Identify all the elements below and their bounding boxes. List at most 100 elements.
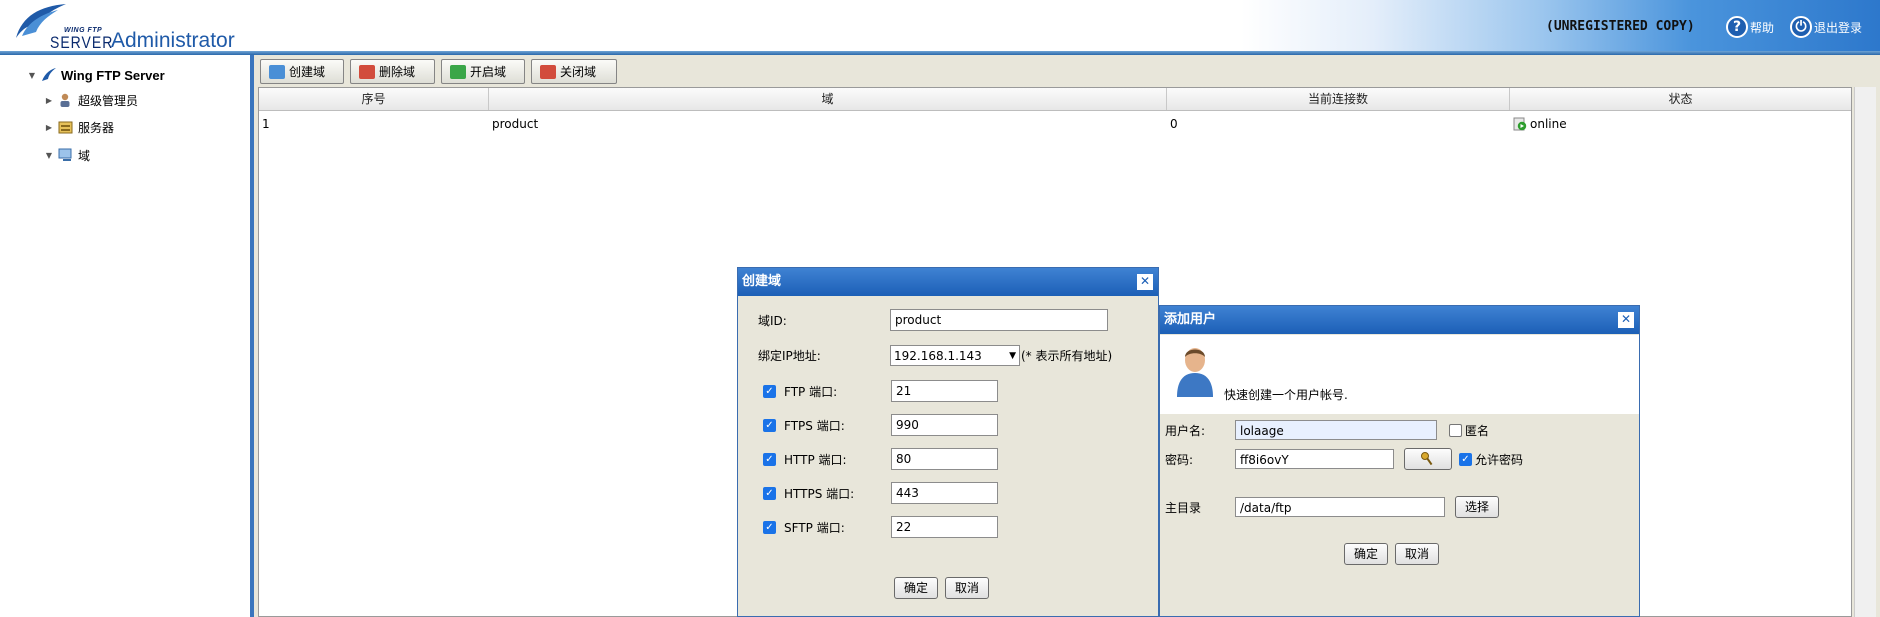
add-user-intro: 快速创建一个用户帐号. (1160, 335, 1639, 414)
domain-id-label: 域ID: (758, 313, 787, 328)
expand-toggle-icon[interactable]: ▼ (44, 151, 54, 160)
ftps-port-label: FTPS 端口: (784, 418, 845, 433)
create-domain-ok-button[interactable]: 确定 (894, 577, 939, 599)
help-link[interactable]: ? 帮助 (1726, 15, 1774, 39)
create-domain-dialog: 创建域 ✕ 域ID: product 绑定IP地址: 192.168.1.143… (737, 267, 1159, 617)
wing-ftp-tree-icon (42, 68, 56, 81)
tree-item-label: 超级管理员 (78, 93, 139, 108)
close-icon[interactable]: ✕ (1137, 274, 1153, 290)
tree-item-label: 域 (78, 148, 91, 163)
logout-label: 退出登录 (1814, 20, 1863, 35)
chevron-down-icon: ▼ (1009, 350, 1016, 361)
wing-ftp-logo: WING FTP SERVER Administrator (12, 2, 252, 52)
collapse-toggle-icon[interactable]: ▶ (44, 123, 54, 132)
bind-ip-label: 绑定IP地址: (758, 349, 821, 363)
home-dir-label: 主目录 (1165, 500, 1202, 515)
expand-toggle-icon[interactable]: ▼ (27, 71, 37, 80)
password-label: 密码: (1165, 452, 1194, 467)
allow-password-checkbox[interactable]: ✓ (1459, 452, 1472, 466)
tree-root-label: Wing FTP Server (61, 67, 165, 83)
logout-link[interactable]: ⏻ 退出登录 (1790, 15, 1862, 39)
tree-item-admins[interactable]: ▶ 超级管理员 (44, 91, 138, 109)
bind-ip-hint: (* 表示所有地址) (1021, 349, 1113, 363)
http-port-row: ✓ HTTP 端口: 80 (763, 448, 998, 470)
tree-item-server[interactable]: ▶ 服务器 (44, 118, 114, 136)
sftp-port-input[interactable]: 22 (891, 516, 998, 538)
bind-ip-select[interactable]: 192.168.1.143 ▼ (890, 345, 1020, 366)
add-user-cancel-button[interactable]: 取消 (1395, 543, 1440, 565)
user-avatar-icon (1177, 348, 1213, 397)
anonymous-checkbox[interactable] (1449, 423, 1462, 437)
add-user-title: 添加用户 (1164, 312, 1217, 327)
ftp-port-label: FTP 端口: (784, 384, 838, 399)
ftp-port-row: ✓ FTP 端口: 21 (763, 380, 998, 402)
close-icon[interactable]: ✕ (1618, 312, 1634, 328)
password-input[interactable]: ff8i6ovY (1235, 449, 1394, 469)
column-header-connections[interactable]: 当前连接数 (1167, 88, 1510, 110)
collapse-toggle-icon[interactable]: ▶ (44, 96, 54, 105)
domain-icon (58, 148, 72, 161)
delete-domain-button[interactable]: 删除域 (350, 59, 435, 84)
add-user-actions: 确定 取消 (1344, 543, 1440, 565)
https-port-label: HTTPS 端口: (784, 486, 855, 501)
column-header-index[interactable]: 序号 (259, 88, 489, 110)
app-header: WING FTP SERVER Administrator (UNREGISTE… (0, 0, 1880, 52)
http-port-input[interactable]: 80 (891, 448, 998, 470)
status-text: online (1530, 116, 1567, 131)
delete-domain-label: 删除域 (379, 65, 416, 79)
sftp-port-label: SFTP 端口: (784, 520, 845, 535)
tree-item-domains[interactable]: ▼ 域 (44, 146, 90, 164)
tree-root-wing-ftp-server[interactable]: ▼ Wing FTP Server (27, 66, 165, 84)
start-domain-button[interactable]: 开启域 (441, 59, 525, 84)
ftp-port-checkbox[interactable]: ✓ (763, 384, 776, 398)
create-domain-button[interactable]: 创建域 (260, 59, 344, 84)
home-dir-input[interactable]: /data/ftp (1235, 497, 1445, 517)
http-port-label: HTTP 端口: (784, 452, 847, 467)
add-user-title-bar[interactable]: 添加用户 ✕ (1160, 306, 1639, 334)
ftps-port-checkbox[interactable]: ✓ (763, 418, 776, 432)
key-icon (1421, 452, 1433, 466)
https-port-row: ✓ HTTPS 端口: 443 (763, 482, 998, 504)
power-icon: ⏻ (1790, 16, 1812, 38)
ftp-port-input[interactable]: 21 (891, 380, 998, 402)
cell-index: 1 (262, 117, 270, 131)
sftp-port-row: ✓ SFTP 端口: 22 (763, 516, 998, 538)
help-icon: ? (1726, 16, 1748, 38)
stop-domain-label: 关闭域 (560, 65, 597, 79)
username-row: 用户名: lolaage 匿名 (1165, 420, 1489, 440)
https-port-checkbox[interactable]: ✓ (763, 486, 776, 500)
column-header-domain[interactable]: 域 (489, 88, 1167, 110)
domain-id-input[interactable]: product (890, 309, 1108, 331)
ftps-port-input[interactable]: 990 (891, 414, 998, 436)
home-dir-row: 主目录 /data/ftp 选择 (1165, 496, 1500, 518)
grid-scrollbar[interactable] (1854, 87, 1876, 617)
server-icon (58, 121, 73, 134)
table-row[interactable]: 1 product 0 online (259, 111, 1851, 136)
stop-domain-icon (540, 64, 556, 79)
allow-password-label: 允许密码 (1475, 452, 1524, 467)
start-domain-label: 开启域 (470, 65, 507, 79)
username-input[interactable]: lolaage (1235, 420, 1437, 440)
add-user-ok-button[interactable]: 确定 (1344, 543, 1389, 565)
domain-toolbar: 创建域 删除域 开启域 关闭域 (260, 59, 617, 85)
create-domain-cancel-button[interactable]: 取消 (945, 577, 990, 599)
create-domain-title-bar[interactable]: 创建域 ✕ (738, 268, 1158, 296)
bind-ip-value: 192.168.1.143 (894, 348, 982, 363)
http-port-checkbox[interactable]: ✓ (763, 452, 776, 466)
username-label: 用户名: (1165, 423, 1206, 438)
unregistered-label: (UNREGISTERED COPY) (1546, 19, 1695, 34)
delete-domain-icon (359, 64, 375, 79)
browse-button[interactable]: 选择 (1455, 496, 1500, 518)
generate-password-button[interactable] (1404, 448, 1452, 470)
cell-status: online (1510, 111, 1851, 136)
admin-user-icon (60, 93, 70, 107)
column-header-status[interactable]: 状态 (1510, 88, 1851, 110)
logo-admin-text: Administrator (111, 29, 235, 52)
domain-id-row: 域ID: product (758, 309, 1108, 331)
logo-server-text: SERVER (50, 32, 114, 52)
tree-item-label: 服务器 (78, 120, 115, 135)
https-port-input[interactable]: 443 (891, 482, 998, 504)
stop-domain-button[interactable]: 关闭域 (531, 59, 617, 84)
start-domain-icon (450, 64, 466, 79)
sftp-port-checkbox[interactable]: ✓ (763, 520, 776, 534)
